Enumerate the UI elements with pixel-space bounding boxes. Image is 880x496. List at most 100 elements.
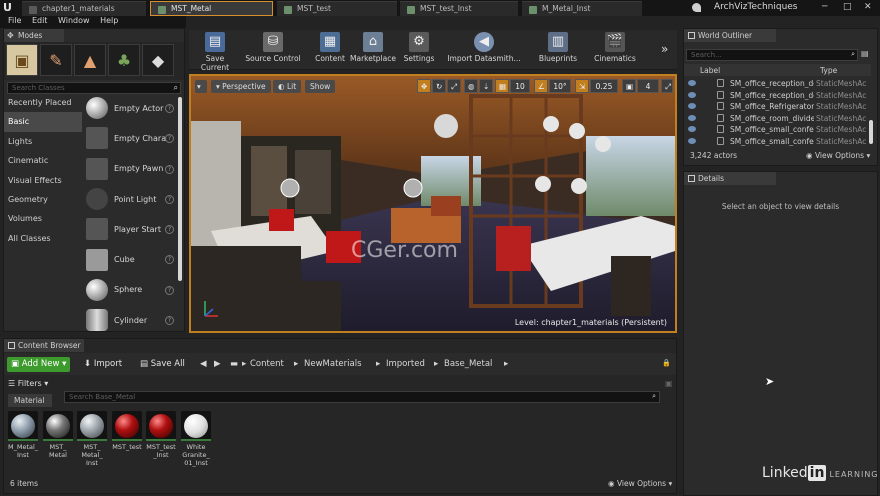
menu-edit[interactable]: Edit (32, 16, 48, 25)
settings-button[interactable]: ⚙ Settings (401, 32, 437, 68)
menu-help[interactable]: Help (100, 16, 118, 25)
camera-speed-value[interactable]: 4 (637, 79, 659, 93)
content-view-options[interactable]: ◉ View Options ▾ (608, 479, 672, 488)
import-button[interactable]: ⬇ Import (80, 357, 126, 372)
perspective-button[interactable]: ▾ Perspective (211, 80, 271, 93)
toolbar-overflow-icon[interactable]: » (661, 42, 668, 56)
scale-snap-value[interactable]: 0.25 (590, 79, 618, 93)
world-outliner-tab[interactable]: World Outliner (684, 29, 776, 42)
import-datasmith-button[interactable]: ◀ Import Datasmith... (447, 32, 521, 68)
lock-icon[interactable]: 🔒 (662, 359, 671, 367)
camera-speed-icon[interactable]: ▣ (622, 79, 636, 93)
visibility-eye-icon[interactable] (688, 137, 696, 144)
back-arrow-icon[interactable]: ◀ (200, 359, 207, 369)
scale-tool-icon[interactable]: ⤢ (447, 79, 461, 93)
category-volumes[interactable]: Volumes (4, 209, 82, 228)
blueprints-button[interactable]: ▥ Blueprints (537, 32, 579, 68)
category-lights[interactable]: Lights (4, 132, 82, 151)
outliner-scrollbar[interactable] (869, 120, 873, 144)
help-icon[interactable]: ? (165, 194, 174, 204)
outliner-settings-icon[interactable]: ▤ (861, 49, 871, 59)
item-cylinder[interactable]: Cylinder? (84, 305, 176, 335)
save-search-icon[interactable]: ▣ (665, 379, 673, 388)
item-cube[interactable]: Cube? (84, 244, 176, 274)
breadcrumb-separator[interactable]: ▸ (376, 359, 380, 369)
tab-chapter1-materials[interactable]: chapter1_materials (22, 1, 146, 16)
asset-tile[interactable]: MST_ Metal (43, 411, 73, 459)
breadcrumb-separator[interactable]: ▸ (294, 359, 298, 369)
item-player-start[interactable]: Player Start? (84, 214, 176, 244)
help-icon[interactable]: ? (165, 104, 174, 113)
item-empty-actor[interactable]: Empty Actor? (84, 93, 176, 123)
item-point-light[interactable]: Point Light? (84, 184, 176, 214)
maximize-icon[interactable]: □ (843, 2, 852, 12)
outliner-row[interactable]: SM_office_reception_deslStaticMeshAc (684, 78, 871, 90)
tab-m-metal-inst[interactable]: M_Metal_Inst (522, 1, 642, 16)
breadcrumb-imported[interactable]: Imported (386, 359, 425, 369)
tab-mst-test-inst[interactable]: MST_test_Inst (400, 1, 518, 16)
asset-tile[interactable]: MST_test (112, 411, 142, 451)
grid-snap-icon[interactable]: ▦ (495, 79, 509, 93)
outliner-row[interactable]: SM_office_reception_deslStaticMeshAc (684, 90, 871, 102)
content-browser-tab[interactable]: Content Browser (4, 339, 84, 352)
tab-mst-metal[interactable]: MST_Metal (150, 1, 273, 16)
outliner-row[interactable]: SM_office_Refrigerator_mStaticMeshAc (684, 101, 871, 113)
outliner-row[interactable]: SM_office_small_confere StaticMeshAc (684, 136, 871, 148)
column-label-header[interactable]: Label (700, 66, 720, 75)
source-control-button[interactable]: ⛁ Source Control (243, 32, 303, 68)
item-empty-pawn[interactable]: Empty Pawn? (84, 154, 176, 184)
breadcrumb-base-metal[interactable]: Base_Metal (444, 359, 492, 369)
help-icon[interactable]: ? (165, 164, 174, 174)
surface-snap-icon[interactable]: ⇣ (479, 79, 493, 93)
asset-tile[interactable]: MST_ Metal_ Inst (77, 411, 107, 467)
place-mode-icon[interactable]: ▣ (6, 44, 38, 76)
content-button[interactable]: ▦ Content (311, 32, 349, 68)
column-type-header[interactable]: Type (820, 66, 837, 75)
asset-tile[interactable]: White Granite_ 01_Inst (181, 411, 211, 467)
help-icon[interactable]: ? (165, 134, 174, 144)
details-tab[interactable]: Details (684, 172, 776, 185)
filters-dropdown[interactable]: ☰ Filters ▾ (8, 379, 48, 388)
category-cinematic[interactable]: Cinematic (4, 151, 82, 170)
visibility-eye-icon[interactable] (688, 91, 696, 98)
outliner-view-options[interactable]: ◉ View Options ▾ (806, 151, 870, 160)
breadcrumb-separator[interactable]: ▸ (504, 359, 508, 369)
visibility-eye-icon[interactable] (688, 126, 696, 132)
landscape-mode-icon[interactable]: ▲ (74, 44, 106, 76)
item-empty-character[interactable]: Empty Chara? (84, 123, 176, 153)
breadcrumb-content[interactable]: Content (250, 359, 284, 369)
items-scrollbar[interactable] (178, 97, 182, 281)
scale-snap-icon[interactable]: ⇲ (575, 79, 589, 93)
world-space-icon[interactable]: ◍ (464, 79, 478, 93)
marketplace-button[interactable]: ⌂ Marketplace (349, 32, 397, 68)
modes-tab[interactable]: ✥ Modes (4, 29, 64, 42)
category-basic[interactable]: Basic (4, 112, 82, 132)
asset-tile[interactable]: M_Metal_ Inst (8, 411, 38, 459)
grid-snap-value[interactable]: 10 (510, 79, 530, 93)
category-visual-effects[interactable]: Visual Effects (4, 171, 82, 190)
save-current-button[interactable]: ▤ Save Current (191, 32, 239, 72)
breadcrumb-newmaterials[interactable]: NewMaterials (304, 359, 362, 369)
help-icon[interactable]: ? (165, 316, 174, 326)
rotation-snap-value[interactable]: 10° (549, 79, 571, 93)
viewport-options-dropdown[interactable]: ▾ (195, 80, 207, 93)
tab-mst-test[interactable]: MST_test (277, 1, 397, 16)
help-icon[interactable]: ? (165, 225, 174, 235)
help-icon[interactable]: ? (165, 255, 174, 265)
visibility-eye-icon[interactable] (688, 80, 696, 86)
show-button[interactable]: Show (305, 80, 336, 93)
folder-icon[interactable]: ▬ (230, 359, 238, 369)
minimize-icon[interactable]: ─ (822, 2, 827, 12)
breadcrumb-separator[interactable]: ▸ (434, 359, 438, 369)
foliage-mode-icon[interactable]: ♣ (108, 44, 140, 76)
visibility-eye-icon[interactable] (688, 103, 696, 109)
rotation-snap-icon[interactable]: ∠ (534, 79, 548, 93)
outliner-search-input[interactable]: Search... ⌕ (686, 49, 858, 61)
level-viewport[interactable]: ▾ ▾ Perspective ◐ Lit Show ✥ ↻ ⤢ ◍ ⇣ ▦ 1… (189, 74, 677, 333)
menu-file[interactable]: File (8, 16, 21, 25)
outliner-row[interactable]: SM_office_room_divider StaticMeshAc (684, 113, 871, 125)
translate-tool-icon[interactable]: ✥ (417, 79, 431, 93)
item-sphere[interactable]: Sphere? (84, 275, 176, 305)
folder-tab-material[interactable]: Material (8, 394, 52, 407)
geometry-mode-icon[interactable]: ◆ (142, 44, 174, 76)
